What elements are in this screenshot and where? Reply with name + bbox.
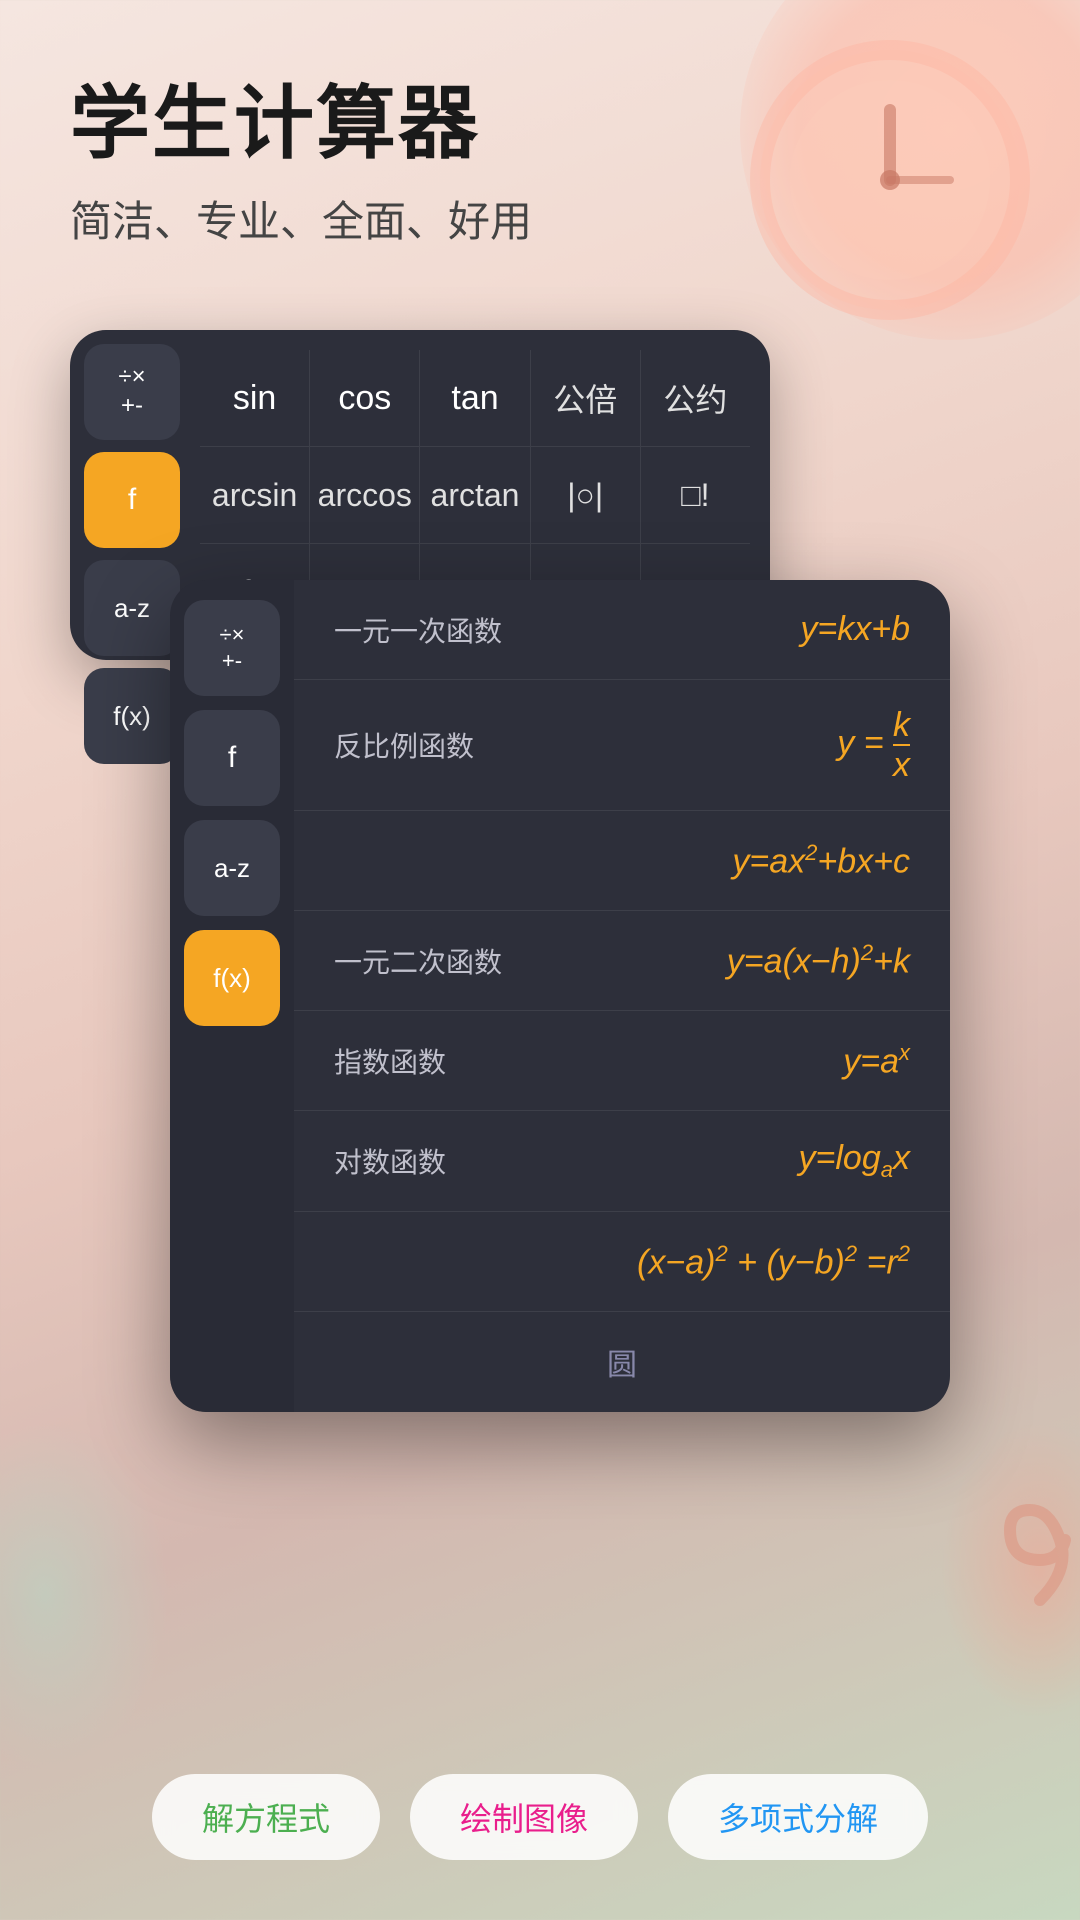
app-title: 学生计算器 bbox=[70, 80, 532, 168]
formula-name-circle: 圆 bbox=[334, 1340, 910, 1384]
formula-expr-log: y=logax bbox=[534, 1139, 910, 1183]
formula-name-linear: 一元一次函数 bbox=[334, 610, 534, 650]
formula-row-inverse[interactable]: 反比例函数 y = k x bbox=[294, 680, 950, 811]
formula-row-quad2[interactable]: 一元二次函数 y=a(x−h)2+k bbox=[294, 911, 950, 1011]
fraction-k-x: k x bbox=[893, 708, 910, 782]
solve-tag[interactable]: 解方程式 bbox=[152, 1774, 380, 1860]
calc-row-trig: sin cos tan 公倍 公约 bbox=[200, 350, 750, 447]
formula-vars-button[interactable]: a-z bbox=[184, 820, 280, 916]
bottom-tags: 解方程式 绘制图像 多项式分解 bbox=[0, 1774, 1080, 1860]
formula-list: 一元一次函数 y=kx+b 反比例函数 y = k x y=ax2+bx+c 一… bbox=[294, 580, 950, 1412]
calc-row-arc: arcsin arccos arctan |○| □! bbox=[200, 447, 750, 544]
ops-button[interactable]: ÷×+- bbox=[84, 344, 180, 440]
lcm-button[interactable]: 公倍 bbox=[531, 350, 641, 446]
formula-ops-button[interactable]: ÷×+- bbox=[184, 600, 280, 696]
sin-button[interactable]: sin bbox=[200, 350, 310, 446]
formula-row-circle1[interactable]: (x−a)2 + (y−b)2 =r2 bbox=[294, 1212, 950, 1312]
tan-button[interactable]: tan bbox=[420, 350, 530, 446]
arcsin-button[interactable]: arcsin bbox=[200, 447, 310, 543]
arctan-button[interactable]: arctan bbox=[420, 447, 530, 543]
formula-name-inverse: 反比例函数 bbox=[334, 725, 534, 765]
fx-button[interactable]: f(x) bbox=[84, 668, 180, 764]
formula-name-log: 对数函数 bbox=[334, 1141, 534, 1181]
app-subtitle: 简洁、专业、全面、好用 bbox=[70, 188, 532, 249]
formula-expr-exp: y=ax bbox=[534, 1040, 910, 1081]
graph-tag[interactable]: 绘制图像 bbox=[410, 1774, 638, 1860]
header: 学生计算器 简洁、专业、全面、好用 bbox=[70, 80, 532, 249]
formula-expr-inverse: y = k x bbox=[534, 708, 910, 782]
formula-name-exp: 指数函数 bbox=[334, 1041, 534, 1081]
vars-button[interactable]: a-z bbox=[84, 560, 180, 656]
formula-expr-linear: y=kx+b bbox=[534, 610, 910, 649]
gcd-button[interactable]: 公约 bbox=[641, 350, 750, 446]
formula-card: ÷×+- f a-z f(x) 一元一次函数 y=kx+b 反比例函数 y = … bbox=[170, 580, 950, 1412]
formula-func-button[interactable]: f bbox=[184, 710, 280, 806]
formula-row-linear[interactable]: 一元一次函数 y=kx+b bbox=[294, 580, 950, 680]
cos-button[interactable]: cos bbox=[310, 350, 420, 446]
swirl-decoration bbox=[980, 1420, 1080, 1620]
clock-decoration bbox=[740, 30, 1040, 330]
func-button[interactable]: f bbox=[84, 452, 180, 548]
abs-button[interactable]: |○| bbox=[531, 447, 641, 543]
formula-expr-circle1: (x−a)2 + (y−b)2 =r2 bbox=[534, 1241, 910, 1282]
arccos-button[interactable]: arccos bbox=[310, 447, 420, 543]
formula-row-circle-label[interactable]: 圆 bbox=[294, 1312, 950, 1412]
fact-button[interactable]: □! bbox=[641, 447, 750, 543]
formula-row-log[interactable]: 对数函数 y=logax bbox=[294, 1111, 950, 1212]
formula-fx-button[interactable]: f(x) bbox=[184, 930, 280, 1026]
formula-expr-quad2: y=a(x−h)2+k bbox=[534, 940, 910, 981]
bg-blob-bottom-left bbox=[0, 1420, 170, 1770]
factor-tag[interactable]: 多项式分解 bbox=[668, 1774, 928, 1860]
formula-expr-quad1: y=ax2+bx+c bbox=[534, 840, 910, 881]
formula-row-exp[interactable]: 指数函数 y=ax bbox=[294, 1011, 950, 1111]
formula-name-quad2: 一元二次函数 bbox=[334, 941, 534, 981]
formula-row-quad1[interactable]: y=ax2+bx+c bbox=[294, 811, 950, 911]
